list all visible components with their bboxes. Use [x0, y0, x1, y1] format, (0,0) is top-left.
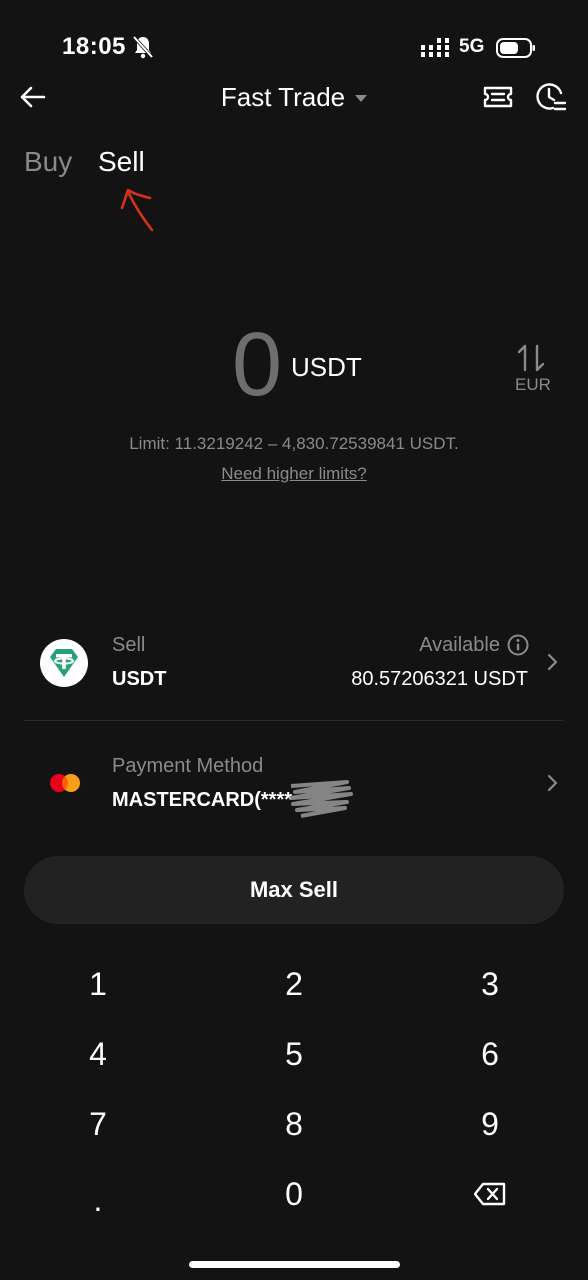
payment-method-value: MASTERCARD(****	[112, 789, 293, 811]
signal-icon	[421, 38, 449, 57]
history-icon[interactable]	[533, 80, 567, 114]
chevron-right-icon[interactable]	[546, 773, 560, 793]
tab-buy[interactable]: Buy	[24, 146, 72, 178]
available-label: Available	[419, 634, 500, 656]
sell-label: Sell	[112, 634, 146, 656]
page-title-text: Fast Trade	[220, 82, 346, 112]
tether-icon	[40, 639, 88, 687]
swap-icon[interactable]	[515, 342, 549, 374]
limit-text: Limit: 11.3219242 – 4,830.72539841 USDT.	[129, 434, 459, 453]
caret-down-icon	[355, 95, 368, 103]
sell-asset: USDT	[112, 668, 167, 690]
available-value: 80.57206321 USDT	[351, 668, 528, 690]
backspace-icon	[474, 1182, 506, 1206]
key-3[interactable]: 3	[400, 954, 580, 1014]
bell-muted-icon	[132, 35, 154, 59]
status-time: 18:05	[62, 33, 126, 60]
info-icon[interactable]	[507, 634, 529, 656]
higher-limits-link[interactable]: Need higher limits?	[0, 464, 588, 484]
amount-value: 0	[232, 315, 283, 415]
chevron-right-icon[interactable]	[546, 652, 560, 672]
key-6[interactable]: 6	[400, 1024, 580, 1084]
key-1[interactable]: 1	[8, 954, 188, 1014]
home-indicator[interactable]	[189, 1261, 400, 1268]
payment-method-label: Payment Method	[112, 755, 264, 777]
key-7[interactable]: 7	[8, 1094, 188, 1154]
redaction-scribble	[289, 780, 353, 818]
max-sell-button[interactable]: Max Sell	[24, 856, 564, 924]
amount-unit: USDT	[291, 352, 362, 382]
key-8[interactable]: 8	[204, 1094, 384, 1154]
key-backspace[interactable]	[400, 1164, 580, 1224]
key-decimal[interactable]: .	[8, 1170, 188, 1230]
swap-currency-label[interactable]: EUR	[515, 375, 551, 395]
network-label: 5G	[459, 36, 485, 57]
key-9[interactable]: 9	[400, 1094, 580, 1154]
key-2[interactable]: 2	[204, 954, 384, 1014]
key-5[interactable]: 5	[204, 1024, 384, 1084]
key-4[interactable]: 4	[8, 1024, 188, 1084]
battery-icon	[496, 38, 535, 58]
divider	[24, 720, 564, 721]
tab-sell[interactable]: Sell	[98, 146, 145, 178]
mastercard-icon	[50, 774, 80, 792]
red-arrow-annotation	[120, 188, 154, 232]
key-0[interactable]: 0	[204, 1164, 384, 1224]
orders-icon[interactable]	[482, 82, 514, 112]
